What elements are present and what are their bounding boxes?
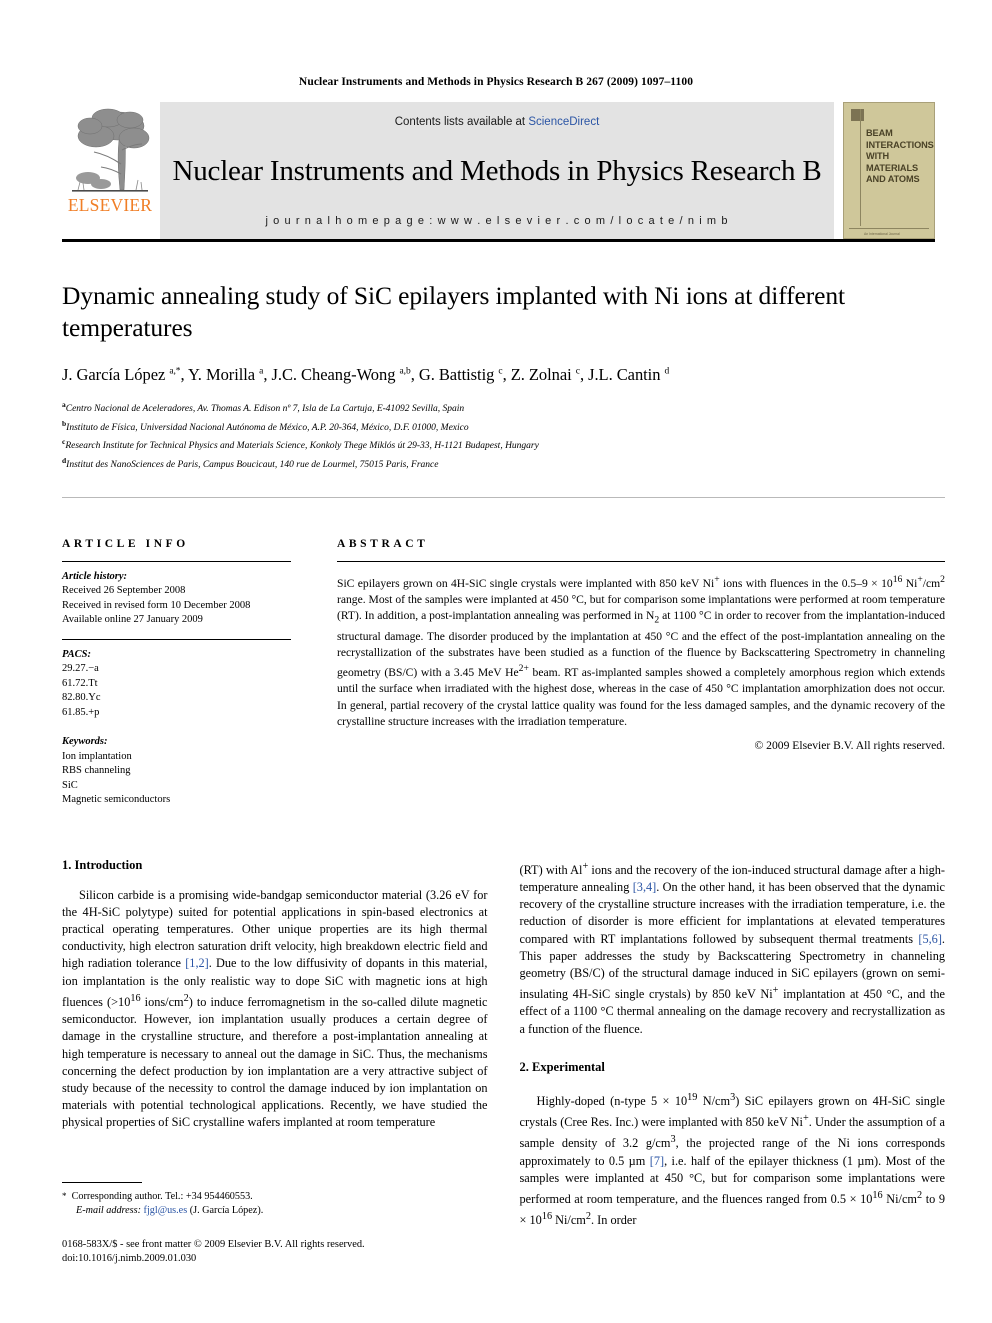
pacs-label: PACS: (62, 648, 91, 660)
abstract-column: ABSTRACT SiC epilayers grown on 4H-SiC s… (307, 526, 946, 753)
elsevier-wordmark: ELSEVIER (67, 195, 153, 215)
body-column-right: (RT) with Al+ ions and the recovery of t… (520, 858, 946, 1230)
running-head: Nuclear Instruments and Methods in Physi… (298, 76, 694, 88)
contents-available-line: Contents lists available at ScienceDirec… (395, 116, 600, 128)
abstract-body: SiC epilayers grown on 4H-SiC single cry… (337, 573, 946, 729)
pacs-item: 82.80.Yc (62, 692, 101, 704)
journal-cover-thumbnail: BEAM INTERACTIONS WITH MATERIALS AND ATO… (843, 102, 935, 239)
affiliation-a: aCentro Nacional de Aceleradores, Av. Th… (62, 400, 465, 415)
doi-line: doi:10.1016/j.nimb.2009.01.030 (62, 1253, 197, 1264)
masthead-center: Contents lists available at ScienceDirec… (160, 102, 834, 239)
introduction-paragraph-right: (RT) with Al+ ions and the recovery of t… (519, 860, 946, 1036)
experimental-paragraph: Highly-doped (n-type 5 × 1019 N/cm3) SiC… (519, 1091, 946, 1228)
pacs-item: 61.85.+p (62, 706, 100, 718)
issn-doi-block: 0168-583X/$ - see front matter © 2009 El… (62, 1238, 492, 1266)
cover-bottom-rule (849, 228, 929, 229)
pacs-item: 29.27.−a (62, 663, 99, 675)
cover-elsevier-mark-icon (851, 109, 864, 121)
title-block: Dynamic annealing study of SiC epilayers… (62, 280, 930, 473)
keyword-item: Ion implantation (62, 750, 132, 762)
email-owner: (J. García López). (189, 1205, 264, 1216)
info-divider-top (62, 496, 945, 498)
section-heading-introduction: 1. Introduction (62, 857, 143, 872)
paper-page: Nuclear Instruments and Methods in Physi… (0, 0, 992, 1323)
history-item: Received 26 September 2008 (62, 585, 186, 597)
sciencedirect-link[interactable]: ScienceDirect (528, 116, 599, 128)
pacs-item: 61.72.Tt (62, 677, 98, 689)
issn-line: 0168-583X/$ - see front matter © 2009 El… (62, 1239, 365, 1250)
elsevier-logo: ELSEVIER (62, 102, 158, 239)
cover-footer-text: An International Journal (864, 232, 900, 236)
keywords-label: Keywords: (62, 736, 108, 748)
email-label: E-mail address: (76, 1205, 141, 1216)
corresponding-author-note: * Corresponding author. Tel.: +34 954460… (62, 1191, 253, 1202)
elsevier-tree-icon (68, 104, 152, 196)
article-info-heading: ARTICLE INFO (62, 537, 189, 550)
footnote-block: * Corresponding author. Tel.: +34 954460… (62, 1182, 472, 1218)
contents-prefix: Contents lists available at (394, 116, 529, 128)
page-title: Dynamic annealing study of SiC epilayers… (62, 281, 845, 342)
footnote-rule (62, 1182, 142, 1183)
pacs-group: PACS: 29.27.−a 61.72.Tt 82.80.Yc 61.85.+… (62, 640, 291, 721)
journal-homepage[interactable]: j o u r n a l h o m e p a g e : w w w . … (265, 215, 728, 227)
affiliation-d: dInstitut des NanoSciences de Paris, Cam… (62, 455, 439, 471)
email-link[interactable]: fjgl@us.es (144, 1205, 188, 1216)
history-item: Received in revised form 10 December 200… (62, 599, 251, 611)
article-history-label: Article history: (62, 570, 128, 582)
introduction-paragraph-left: Silicon carbide is a promising wide-band… (62, 887, 488, 1130)
keyword-item: RBS channeling (62, 765, 131, 777)
author-list: J. García López a,*, Y. Morilla a, J.C. … (62, 365, 670, 384)
abstract-heading: ABSTRACT (337, 537, 429, 550)
affiliation-list: aCentro Nacional de Aceleradores, Av. Th… (62, 398, 930, 473)
article-history-group: Article history: Received 26 September 2… (62, 562, 291, 628)
body-column-left: 1. Introduction Silicon carbide is a pro… (62, 858, 488, 1230)
email-note: E-mail address: fjgl@us.es (J. García Ló… (62, 1204, 472, 1218)
journal-title: Nuclear Instruments and Methods in Physi… (172, 155, 822, 187)
keyword-item: SiC (62, 779, 78, 791)
article-info-column: ARTICLE INFO Article history: Received 2… (62, 526, 307, 808)
affiliation-b: bInstituto de Física, Universidad Nacion… (62, 418, 469, 433)
info-abstract-region: ARTICLE INFO Article history: Received 2… (62, 526, 945, 808)
cover-vertical-rule (860, 109, 861, 226)
cover-title-text: BEAM INTERACTIONS WITH MATERIALS AND ATO… (866, 128, 934, 184)
keywords-group: Keywords: Ion implantation RBS channelin… (62, 720, 291, 808)
abstract-copyright: © 2009 Elsevier B.V. All rights reserved… (754, 739, 945, 753)
journal-masthead: ELSEVIER Contents lists available at Sci… (62, 102, 935, 242)
history-item: Available online 27 January 2009 (62, 614, 203, 626)
keyword-item: Magnetic semiconductors (62, 794, 171, 806)
affiliation-c: cResearch Institute for Technical Physic… (62, 437, 539, 452)
section-heading-experimental: 2. Experimental (519, 1059, 605, 1074)
body-columns: 1. Introduction Silicon carbide is a pro… (62, 858, 945, 1230)
